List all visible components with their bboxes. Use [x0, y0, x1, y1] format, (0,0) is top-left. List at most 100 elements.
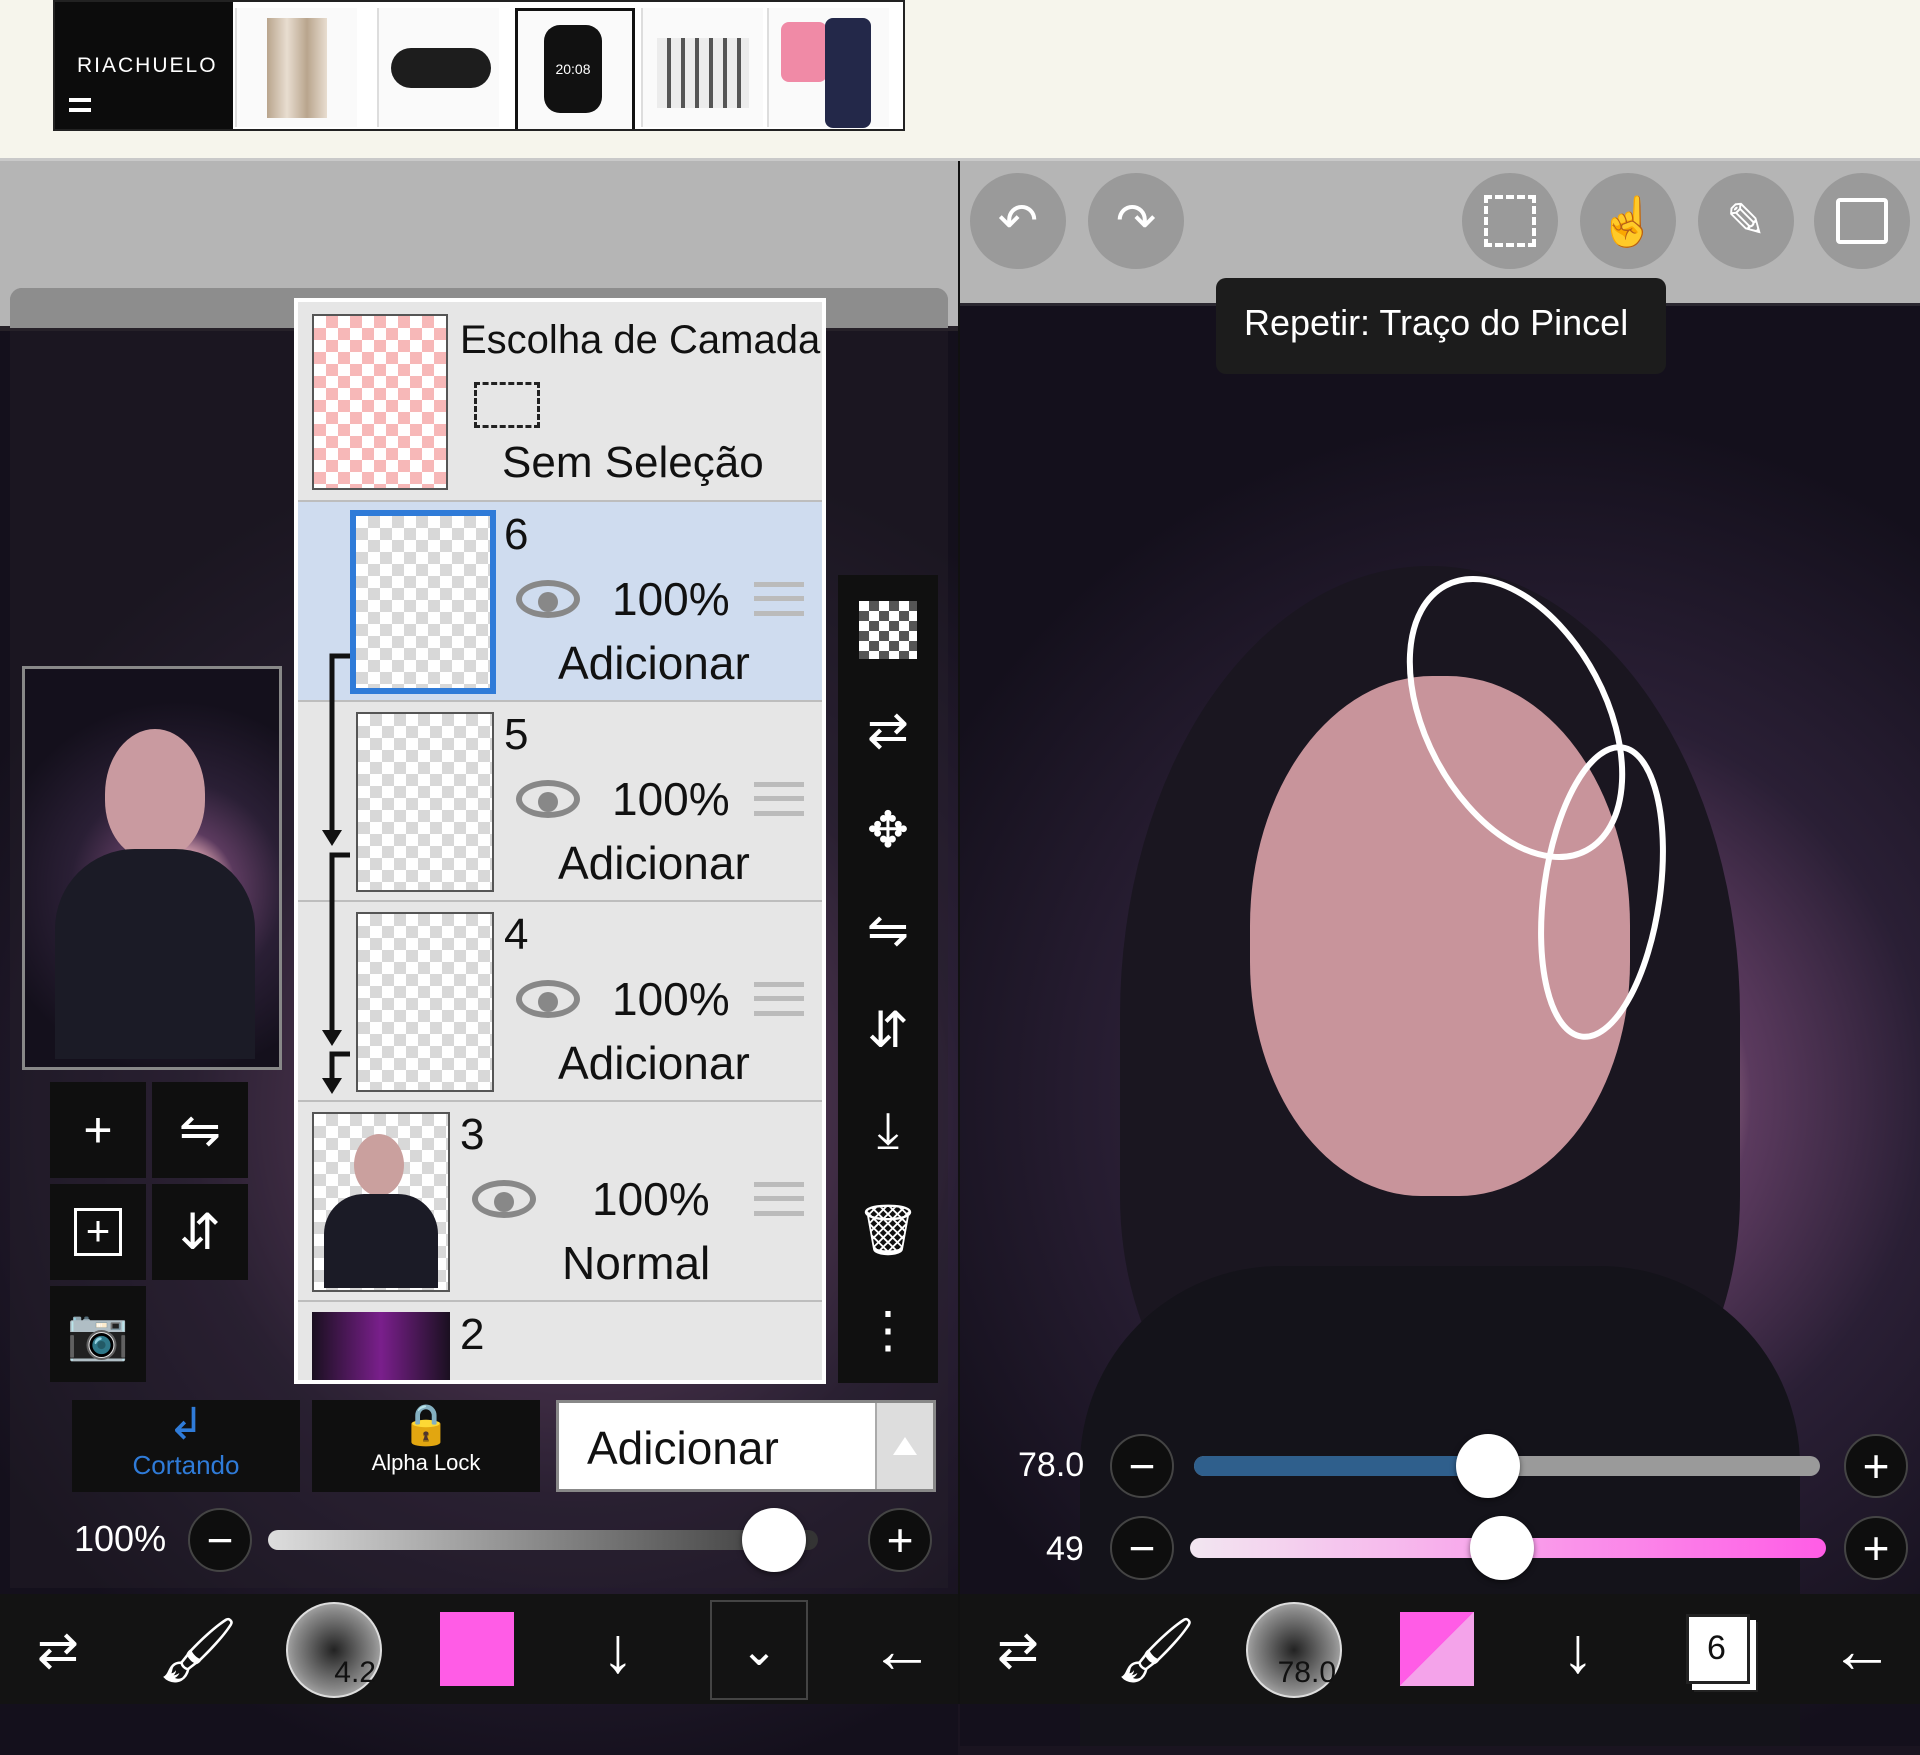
- camera-button[interactable]: 📷: [50, 1286, 146, 1382]
- tooltip-text: Repetir: Traço do Pincel: [1244, 302, 1629, 343]
- layer-opacity-slider[interactable]: [268, 1530, 818, 1550]
- clipping-button[interactable]: ↲ Cortando: [72, 1400, 300, 1492]
- transparency-button[interactable]: [838, 585, 938, 675]
- blend-mode-select[interactable]: Adicionar: [556, 1400, 936, 1492]
- ad-banner[interactable]: RIACHUELO 20:08: [0, 0, 1920, 161]
- redo-button[interactable]: ↷: [1088, 173, 1184, 269]
- hand-icon: ☝: [1598, 195, 1658, 249]
- layer-row-6[interactable]: 6 100% Adicionar: [298, 502, 822, 702]
- clipping-arrow-icon: ↲: [167, 1400, 205, 1449]
- undo-button[interactable]: ↶: [970, 173, 1066, 269]
- brush-size-label: 78.0: [1277, 1656, 1336, 1689]
- brush-button[interactable]: 🖌: [1106, 1600, 1206, 1700]
- merge-down-button[interactable]: ⤓: [838, 1085, 938, 1175]
- back-button[interactable]: ←: [852, 1600, 952, 1700]
- preview-face: [105, 729, 205, 859]
- eye-icon[interactable]: [516, 780, 580, 818]
- layer-5-mode: Adicionar: [558, 837, 750, 889]
- merge-down-icon: ⤓: [876, 1101, 900, 1158]
- tool-switch-button[interactable]: ⇄: [968, 1600, 1068, 1700]
- collapse-button[interactable]: ⌄: [710, 1600, 808, 1700]
- menu-icon: [69, 98, 91, 112]
- flip-horizontal-button[interactable]: ⇋: [152, 1082, 248, 1178]
- opacity-plus-button[interactable]: +: [868, 1508, 932, 1572]
- undo-icon: ↶: [997, 195, 1039, 248]
- layer-count: 6: [1707, 1629, 1726, 1667]
- tool-switch-button[interactable]: ⇄: [8, 1600, 108, 1700]
- curtains-image: [267, 18, 327, 118]
- layer-2-name: 2: [460, 1310, 485, 1359]
- drag-handle-icon[interactable]: [754, 582, 804, 616]
- canvas-preview[interactable]: [22, 666, 282, 1070]
- layer-down-button[interactable]: ↓: [1528, 1600, 1628, 1700]
- brush-strokes: [1406, 575, 1666, 1040]
- layer-row-4[interactable]: 4 100% Adicionar: [298, 902, 822, 1102]
- delete-layer-button[interactable]: 🗑: [838, 1185, 938, 1275]
- ruler-tool-button[interactable]: ✎: [1698, 173, 1794, 269]
- layer-opacity-knob[interactable]: [742, 1508, 806, 1572]
- ad-product-smartwatch[interactable]: 20:08: [515, 8, 635, 129]
- brush-icon: 🖌: [1115, 1613, 1197, 1686]
- brush-opacity-knob[interactable]: [1469, 1516, 1534, 1580]
- redo-icon: ↷: [1115, 195, 1157, 248]
- brush-size-button[interactable]: 78.0: [1246, 1602, 1342, 1698]
- move-layer-button[interactable]: ✥: [838, 785, 938, 875]
- ad-box[interactable]: RIACHUELO 20:08: [53, 0, 905, 131]
- layer-down-button[interactable]: ↓: [568, 1600, 668, 1700]
- flip-horizontal-icon: ⇋: [179, 1102, 221, 1158]
- more-options-button[interactable]: ⋮: [838, 1285, 938, 1375]
- ad-product-curtains[interactable]: [235, 8, 357, 127]
- layer-4-name: 4: [504, 910, 529, 959]
- clipping-label: Cortando: [132, 1450, 240, 1480]
- size-plus-button[interactable]: +: [1844, 1434, 1908, 1498]
- lock-icon: 🔒: [401, 1403, 451, 1447]
- flip-vertical-button[interactable]: ⇵: [152, 1184, 248, 1280]
- layer-selection-row[interactable]: Escolha de Camada Sem Seleção: [298, 302, 822, 502]
- layers-button[interactable]: 6: [1686, 1614, 1750, 1684]
- preview-body: [55, 849, 255, 1059]
- swap-layer-button[interactable]: ⇄: [838, 685, 938, 775]
- ad-product-belt[interactable]: [377, 8, 499, 127]
- color-swatch-button[interactable]: [1400, 1612, 1474, 1686]
- back-button[interactable]: ←: [1812, 1600, 1912, 1700]
- eye-icon[interactable]: [516, 580, 580, 618]
- layer-6-thumbnail: [350, 510, 496, 694]
- layer-3-face: [354, 1134, 404, 1196]
- brush-size-button[interactable]: 4.2: [286, 1602, 382, 1698]
- layer-row-5[interactable]: 5 100% Adicionar: [298, 702, 822, 902]
- eye-icon[interactable]: [516, 980, 580, 1018]
- brush-size-knob[interactable]: [1456, 1434, 1521, 1498]
- size-minus-button[interactable]: −: [1110, 1434, 1174, 1498]
- hand-tool-button[interactable]: ☝: [1580, 173, 1676, 269]
- layer-5-thumbnail: [356, 712, 494, 892]
- drag-handle-icon[interactable]: [754, 782, 804, 816]
- drag-handle-icon[interactable]: [754, 982, 804, 1016]
- plus-icon: +: [1862, 1522, 1890, 1574]
- add-copy-layer-button[interactable]: +: [50, 1184, 146, 1280]
- minus-icon: −: [1128, 1440, 1156, 1492]
- color-swatch-button[interactable]: [440, 1612, 514, 1686]
- ad-logo[interactable]: RIACHUELO: [55, 2, 233, 129]
- eye-icon[interactable]: [472, 1180, 536, 1218]
- drag-handle-icon[interactable]: [754, 1182, 804, 1216]
- layer-row-2[interactable]: 2: [298, 1302, 822, 1380]
- layer-3-thumbnail: [312, 1112, 450, 1292]
- ad-product-bedding[interactable]: [641, 8, 763, 127]
- flip-horizontal-icon: ⇋: [867, 902, 909, 958]
- layer-row-3[interactable]: 3 100% Normal: [298, 1102, 822, 1302]
- blend-mode-value: Adicionar: [587, 1422, 779, 1474]
- flip-v-layer-button[interactable]: ⇵: [838, 985, 938, 1075]
- material-button[interactable]: [1814, 173, 1910, 269]
- brush-size-value: 78.0: [1018, 1446, 1085, 1484]
- arrow-left-icon: ←: [870, 1614, 934, 1686]
- add-layer-button[interactable]: +: [50, 1082, 146, 1178]
- ad-product-kids-clothes[interactable]: [767, 8, 889, 128]
- brush-opacity-minus-button[interactable]: −: [1110, 1516, 1174, 1580]
- flip-vertical-icon: ⇵: [179, 1204, 221, 1260]
- opacity-minus-button[interactable]: −: [188, 1508, 252, 1572]
- alpha-lock-button[interactable]: 🔒 Alpha Lock: [312, 1400, 540, 1492]
- brush-button[interactable]: 🖌: [148, 1600, 248, 1700]
- selection-tool-button[interactable]: [1462, 173, 1558, 269]
- flip-h-layer-button[interactable]: ⇋: [838, 885, 938, 975]
- brush-opacity-plus-button[interactable]: +: [1844, 1516, 1908, 1580]
